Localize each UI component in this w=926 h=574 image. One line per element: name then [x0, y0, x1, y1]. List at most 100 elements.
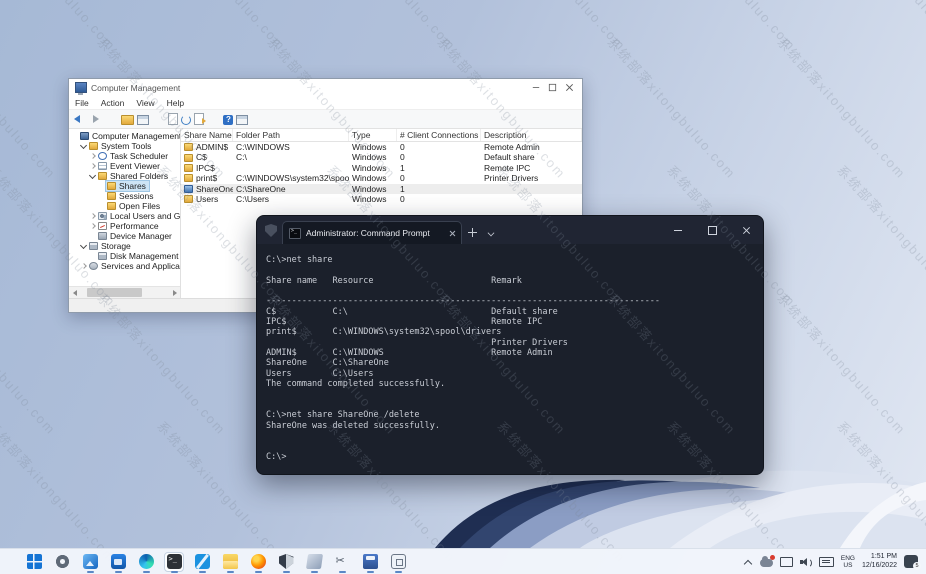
new-tab-button[interactable] [462, 222, 482, 244]
hidden-icons-chevron-icon[interactable] [743, 557, 753, 567]
column-header[interactable]: # Client Connections [397, 129, 481, 141]
tree-chevron-icon[interactable] [89, 251, 97, 261]
tree-item[interactable]: Shared Folders [69, 171, 180, 181]
table-row[interactable]: Users C:\Users Windows 0 [181, 194, 582, 204]
clock[interactable]: 1:51 PM 12/16/2022 [862, 553, 897, 570]
taskbar-app-button[interactable] [136, 552, 156, 572]
toolbar-button-icon[interactable] [181, 115, 191, 125]
cm-titlebar[interactable]: Computer Management [69, 79, 582, 96]
toolbar-button-icon[interactable] [105, 113, 118, 125]
type-cell: Windows [349, 194, 397, 204]
menu-item[interactable]: View [130, 97, 160, 109]
tree-item[interactable]: System Tools [69, 141, 180, 151]
taskbar-app-button[interactable] [276, 552, 296, 572]
terminal-viewport[interactable]: C:\>net share Share name Resource Remark… [257, 244, 763, 474]
tree-chevron-icon[interactable] [89, 161, 97, 171]
scroll-right-icon[interactable] [169, 287, 180, 298]
tree-item[interactable]: Performance [69, 221, 180, 231]
column-header[interactable]: Share Name [181, 129, 233, 141]
toolbar-button-icon[interactable] [207, 113, 220, 125]
menu-item[interactable]: File [69, 97, 95, 109]
tree-item[interactable]: Device Manager [69, 231, 180, 241]
network-display-icon[interactable] [780, 557, 793, 567]
cm-maximize-button[interactable] [544, 80, 561, 95]
table-row[interactable]: IPC$ Windows 1 Remote IPC [181, 163, 582, 173]
taskbar-app-button[interactable] [304, 552, 324, 572]
taskbar-app-icon [111, 554, 126, 569]
tree-chevron-icon[interactable] [89, 151, 97, 161]
taskbar-app-button[interactable] [220, 552, 240, 572]
scroll-left-icon[interactable] [69, 287, 80, 298]
tree-chevron-icon[interactable] [80, 141, 88, 151]
tree-chevron-icon[interactable] [89, 211, 97, 221]
tree-chevron-icon[interactable] [71, 131, 79, 141]
toolbar-button-icon[interactable] [73, 113, 86, 125]
tree-item[interactable]: Sessions [69, 191, 180, 201]
menu-item[interactable]: Help [161, 97, 190, 109]
table-row[interactable]: print$ C:\WINDOWS\system32\spool\drivers… [181, 173, 582, 183]
toolbar-button-icon[interactable] [121, 115, 134, 125]
taskbar-app-button[interactable] [360, 552, 380, 572]
tree-item[interactable]: Event Viewer [69, 161, 180, 171]
table-row[interactable]: ShareOne C:\ShareOne Windows 1 [181, 184, 582, 194]
close-icon [742, 226, 751, 235]
column-header[interactable]: Folder Path [233, 129, 349, 141]
tree-item[interactable]: Task Scheduler [69, 151, 180, 161]
close-tab-icon[interactable] [448, 229, 457, 238]
tree-item[interactable]: Services and Applications [69, 261, 180, 271]
cm-close-button[interactable] [561, 80, 578, 95]
terminal-minimize-button[interactable] [661, 216, 695, 244]
menu-item[interactable]: Action [95, 97, 131, 109]
tree-chevron-icon[interactable] [80, 261, 88, 271]
tree-chevron-icon[interactable] [80, 241, 88, 251]
system-tray: ENG US 1:51 PM 12/16/2022 5 [743, 553, 918, 570]
tab-dropdown-button[interactable] [482, 222, 500, 244]
tree-chevron-icon[interactable] [89, 171, 97, 181]
column-header[interactable]: Description [481, 129, 582, 141]
terminal-close-button[interactable] [729, 216, 763, 244]
taskbar-app-button[interactable] [24, 552, 44, 572]
table-row[interactable]: C$ C:\ Windows 0 Default share [181, 152, 582, 162]
toolbar-button-icon[interactable] [89, 113, 102, 125]
tree-item[interactable]: Shares [69, 181, 180, 191]
taskbar-app-button[interactable] [52, 552, 72, 572]
volume-icon[interactable] [800, 557, 812, 567]
language-indicator[interactable]: ENG US [841, 555, 855, 569]
tree-item[interactable]: Local Users and Groups [69, 211, 180, 221]
tree-chevron-icon[interactable] [89, 231, 97, 241]
taskbar-app-button[interactable] [108, 552, 128, 572]
tree-horizontal-scrollbar[interactable] [69, 286, 180, 298]
toolbar-button-icon[interactable] [223, 115, 233, 125]
taskbar-app-button[interactable] [192, 552, 212, 572]
client-connections-cell: 1 [397, 184, 481, 194]
column-header[interactable]: Type [349, 129, 397, 141]
toolbar-button-icon[interactable] [236, 115, 248, 125]
toolbar-button-icon[interactable] [194, 113, 204, 125]
scrollbar-thumb[interactable] [87, 288, 142, 297]
taskbar-app-button[interactable] [248, 552, 268, 572]
taskbar-app-button[interactable] [80, 552, 100, 572]
terminal-titlebar[interactable]: Administrator: Command Prompt [257, 216, 763, 244]
toolbar-button-icon[interactable] [152, 113, 165, 125]
terminal-maximize-button[interactable] [695, 216, 729, 244]
tree-chevron-icon[interactable] [98, 201, 106, 211]
tree-chevron-icon[interactable] [89, 221, 97, 231]
tree-item[interactable]: Computer Management (Local [69, 131, 180, 141]
taskbar-app-button[interactable] [388, 552, 408, 572]
desktop: Computer Management FileActionViewHelp [0, 0, 926, 574]
tree-item[interactable]: Storage [69, 241, 180, 251]
tree-item[interactable]: Disk Management [69, 251, 180, 261]
tree-chevron-icon[interactable] [98, 191, 106, 201]
toolbar-button-icon[interactable] [137, 115, 149, 125]
notification-center-icon[interactable]: 5 [904, 555, 918, 568]
toolbar-button-icon[interactable] [168, 113, 178, 125]
terminal-tab[interactable]: Administrator: Command Prompt [282, 221, 462, 244]
tree-chevron-icon[interactable] [98, 181, 106, 191]
touch-keyboard-icon[interactable] [819, 557, 834, 567]
table-row[interactable]: ADMIN$ C:\WINDOWS Windows 0 Remote Admin [181, 142, 582, 152]
taskbar-app-button[interactable] [332, 552, 352, 572]
taskbar-app-button[interactable] [164, 552, 184, 572]
tree-item[interactable]: Open Files [69, 201, 180, 211]
cm-minimize-button[interactable] [527, 80, 544, 95]
onedrive-error-icon[interactable] [760, 559, 773, 567]
